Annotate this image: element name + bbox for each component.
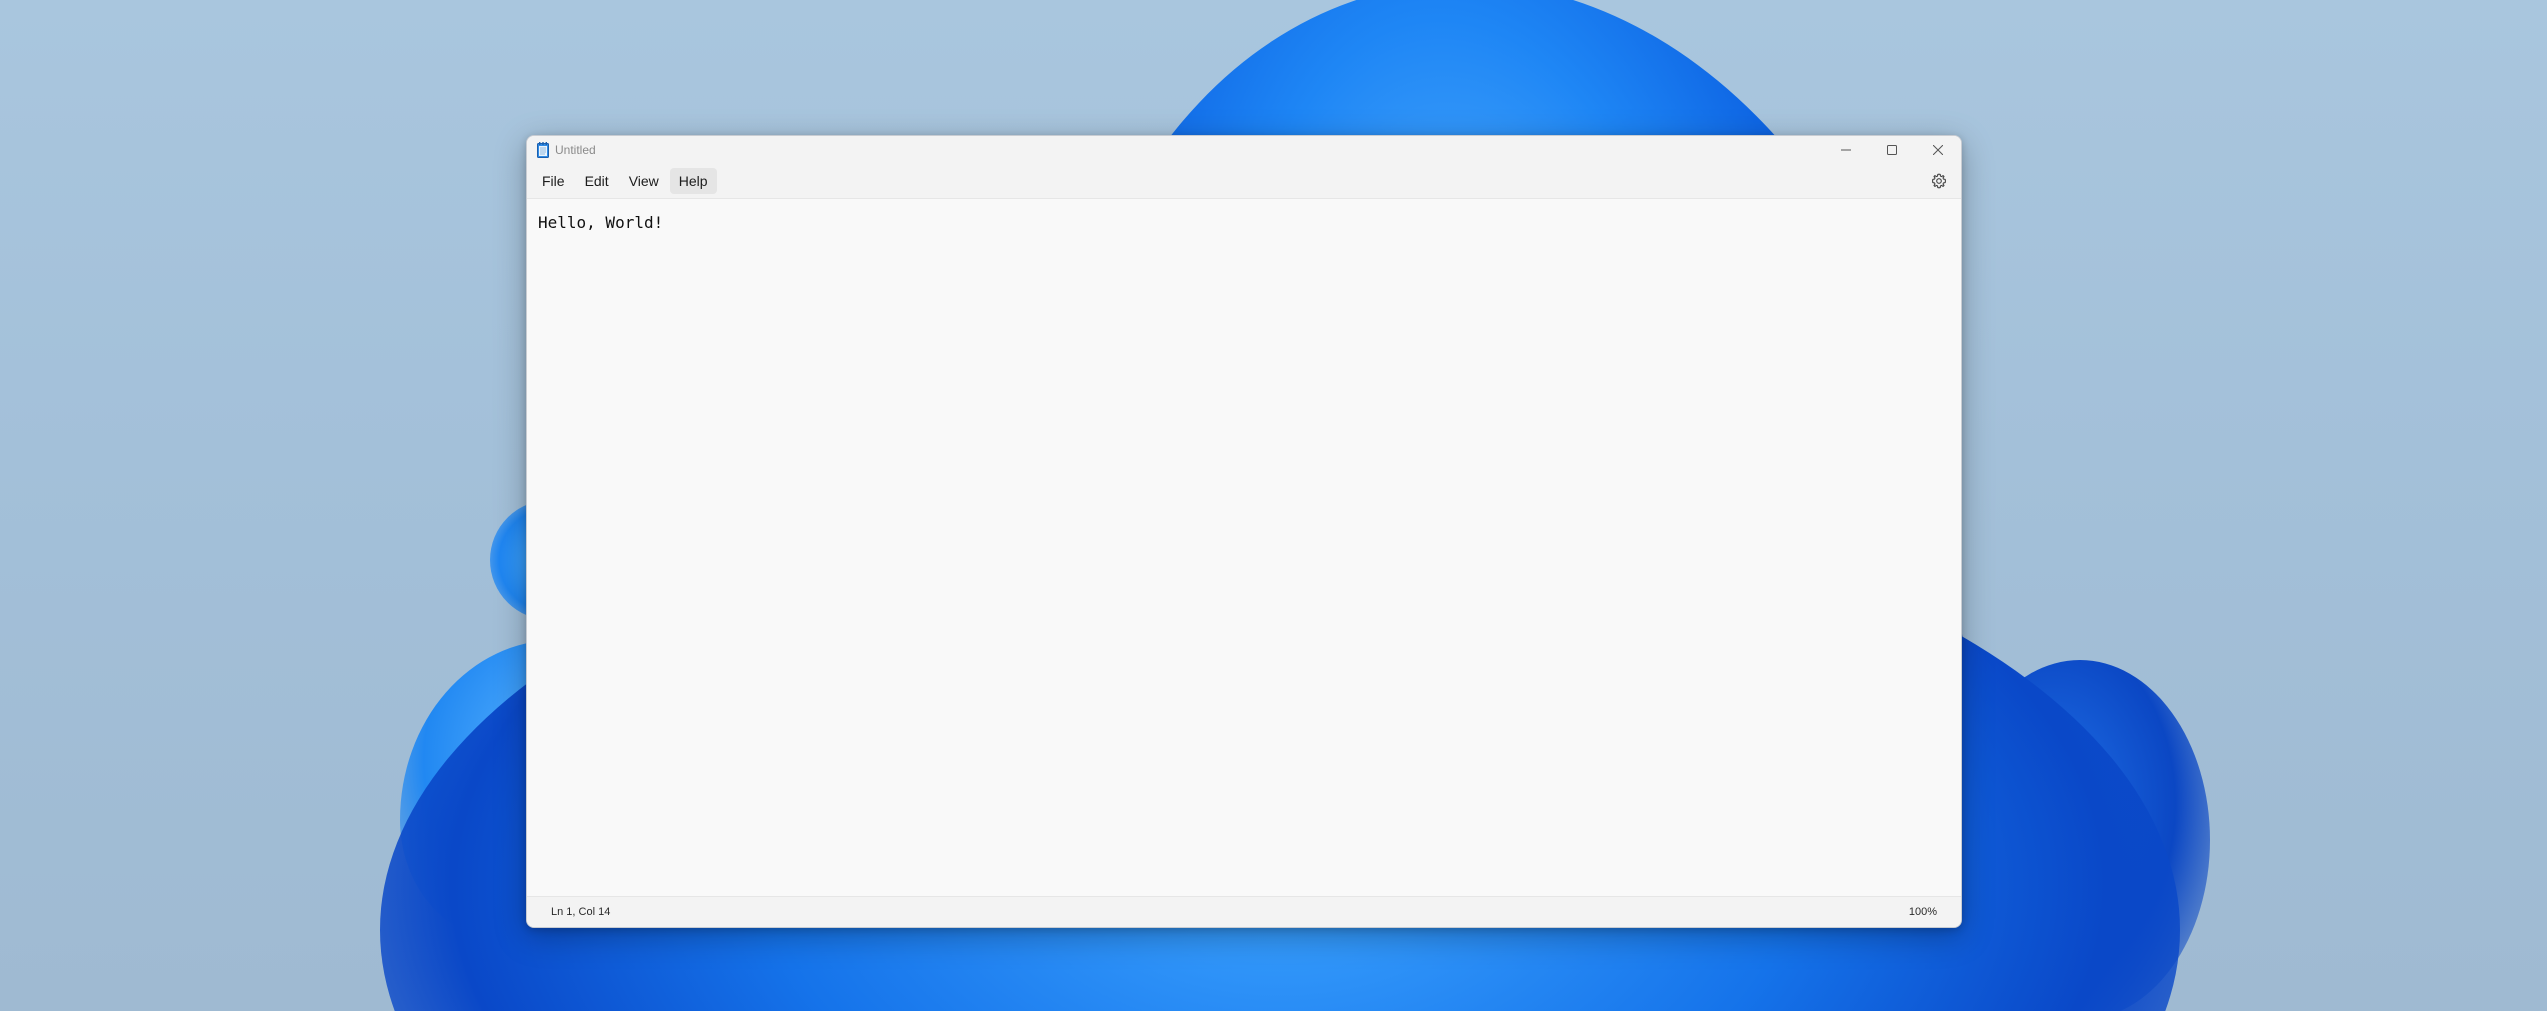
- close-icon: [1933, 145, 1943, 155]
- maximize-button[interactable]: [1869, 136, 1915, 164]
- menu-edit[interactable]: Edit: [576, 168, 618, 194]
- notepad-app-icon: [537, 142, 549, 158]
- title-bar[interactable]: Untitled: [527, 136, 1961, 164]
- minimize-button[interactable]: [1823, 136, 1869, 164]
- notepad-window: Untitled File Edit View Help Hello, Worl…: [526, 135, 1962, 928]
- maximize-icon: [1887, 145, 1897, 155]
- zoom-level: 100%: [1908, 906, 1937, 918]
- menu-bar: File Edit View Help: [527, 164, 1961, 199]
- close-button[interactable]: [1915, 136, 1961, 164]
- menu-view[interactable]: View: [620, 168, 668, 194]
- gear-icon: [1932, 173, 1946, 189]
- settings-button[interactable]: [1929, 171, 1949, 191]
- caption-buttons: [1823, 136, 1961, 164]
- minimize-icon: [1841, 149, 1851, 151]
- cursor-position: Ln 1, Col 14: [551, 906, 611, 918]
- menu-help[interactable]: Help: [669, 168, 717, 194]
- editor-content[interactable]: Hello, World!: [538, 213, 1950, 232]
- wallpaper-petal: [1950, 660, 2210, 1011]
- menu-file[interactable]: File: [533, 168, 574, 194]
- window-title: Untitled: [555, 143, 596, 157]
- status-bar: Ln 1, Col 14 100%: [527, 896, 1961, 927]
- text-editor[interactable]: Hello, World!: [527, 199, 1961, 896]
